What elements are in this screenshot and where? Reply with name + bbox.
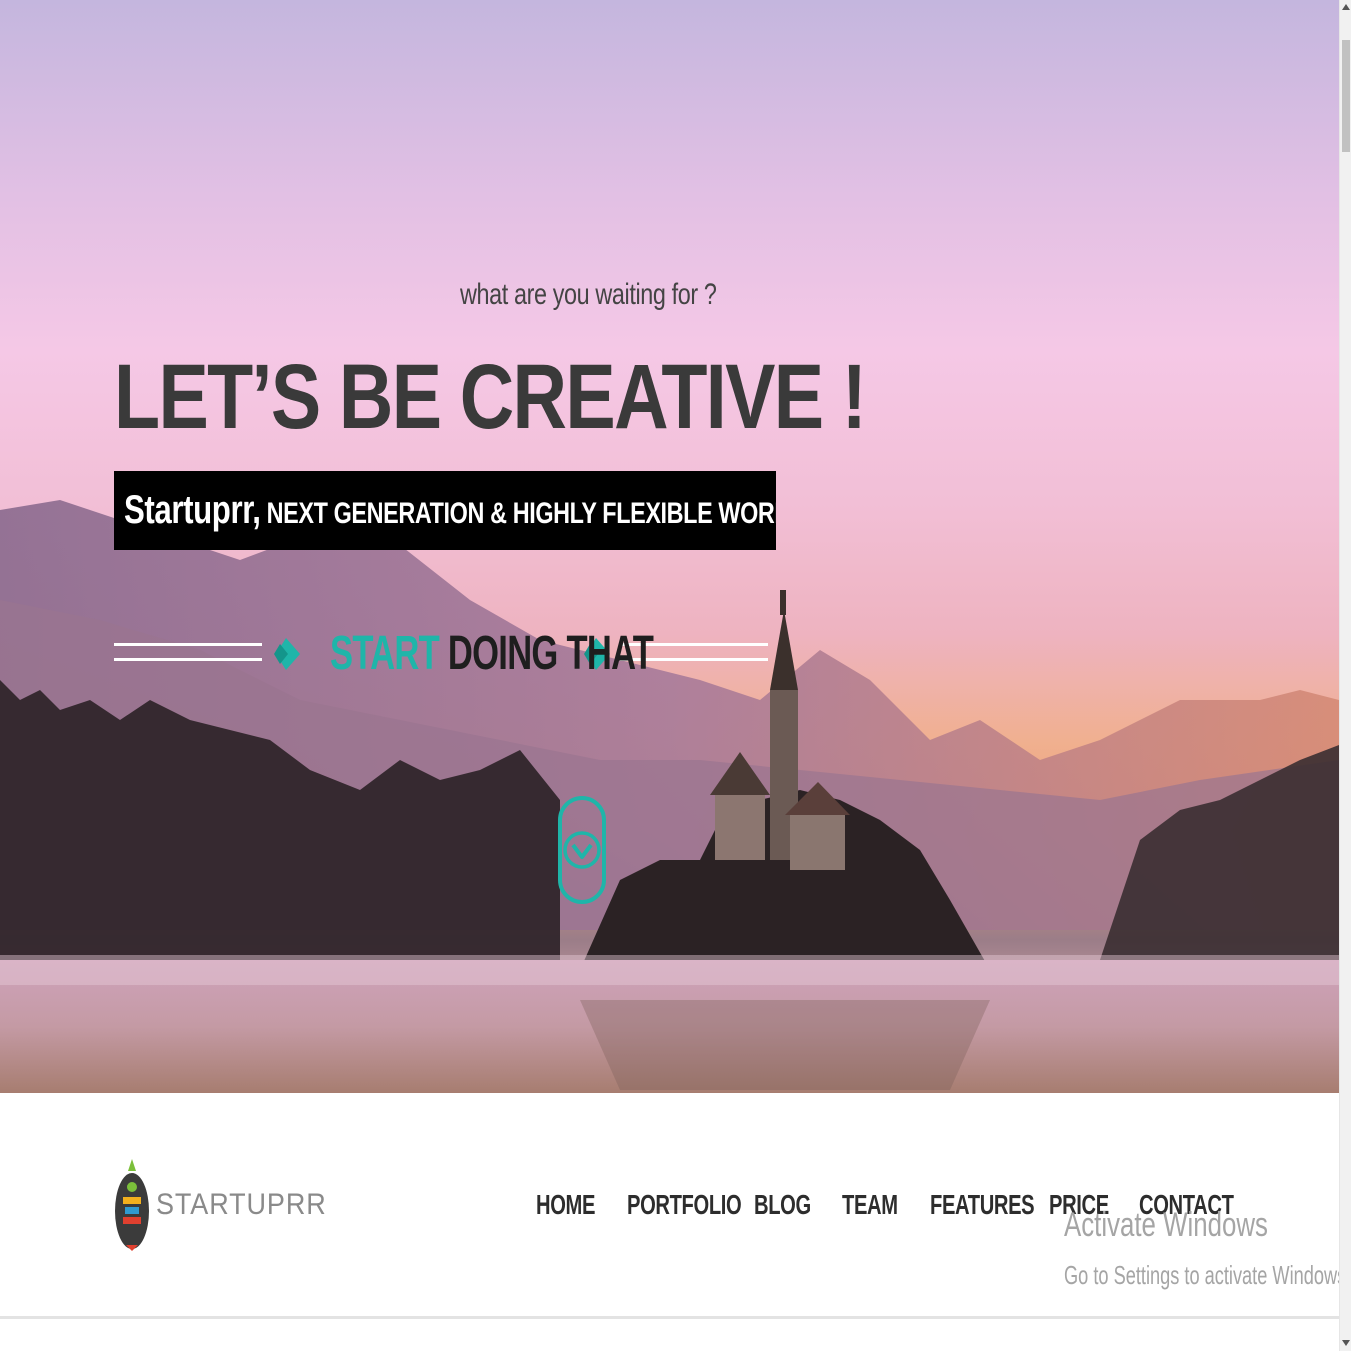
divider-line: [114, 658, 262, 661]
hero-section: what are you waiting for ? LET’S BE CREA…: [0, 0, 1339, 1093]
page-scrollbar[interactable]: [1339, 0, 1351, 1351]
site-logo[interactable]: STARTUPRR: [114, 1159, 346, 1251]
divider-line: [114, 643, 262, 646]
activation-watermark-title: Activate Windows: [1064, 1206, 1268, 1244]
scroll-down-arrow-icon[interactable]: [1342, 1340, 1350, 1346]
rocket-logo-icon: [115, 1159, 149, 1251]
nav-team[interactable]: TEAM: [842, 1189, 898, 1221]
logo-text: STARTUPRR: [156, 1188, 327, 1221]
navbar-bottom-border: [0, 1316, 1339, 1319]
hero-subtitle-text: NEXT GENERATION & HIGHLY FLEXIBLE WORDPR…: [266, 497, 776, 530]
chevron-down-icon: [563, 831, 601, 869]
hero-subtitle-box: Startuprr, NEXT GENERATION & HIGHLY FLEX…: [114, 471, 776, 550]
cta-accent: START: [330, 627, 440, 680]
nav-home[interactable]: HOME: [536, 1189, 595, 1221]
cta-rest: DOING THAT: [439, 627, 654, 680]
cta-text: START DOING THAT: [330, 626, 654, 681]
scrollbar-thumb[interactable]: [1342, 40, 1350, 152]
activation-watermark-subtitle: Go to Settings to activate Windows.: [1064, 1260, 1351, 1290]
hero-subtitle-brand: Startuprr,: [124, 488, 261, 532]
scroll-down-button[interactable]: [558, 796, 606, 904]
hero-tagline: what are you waiting for ?: [460, 278, 717, 311]
hero-headline: LET’S BE CREATIVE !: [114, 346, 867, 448]
scroll-up-arrow-icon[interactable]: [1342, 4, 1350, 10]
nav-portfolio[interactable]: PORTFOLIO: [627, 1189, 742, 1221]
diamond-icon: [274, 638, 300, 670]
nav-blog[interactable]: BLOG: [754, 1189, 811, 1221]
nav-features[interactable]: FEATURES: [930, 1189, 1035, 1221]
